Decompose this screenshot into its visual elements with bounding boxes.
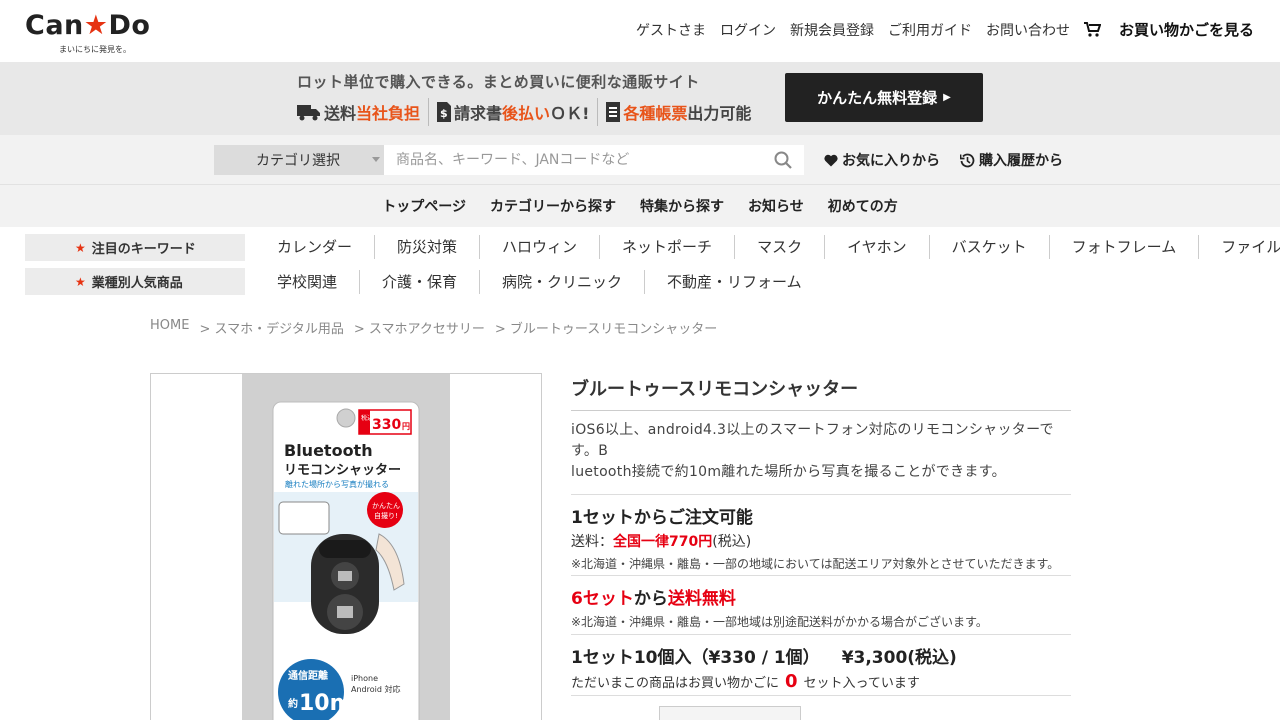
free-shipping-note: ※北海道・沖縄県・離島・一部地域は別途配送料がかかる場合がございます。 — [571, 615, 988, 629]
keyword-link[interactable]: イヤホン — [825, 235, 930, 259]
quantity-row — [571, 696, 1071, 720]
contact-link[interactable]: お問い合わせ — [986, 20, 1070, 40]
site-header: Can★Do まいにちに発見を。 ゲストさま ログイン 新規会員登録 ご利用ガイ… — [0, 0, 1280, 62]
logo-tagline: まいにちに発見を。 — [59, 45, 131, 54]
svg-text:Bluetooth: Bluetooth — [284, 441, 373, 460]
svg-text:離れた場所から写真が撮れる: 離れた場所から写真が撮れる — [285, 479, 389, 489]
free-shipping-info: 6セットから送料無料 ※北海道・沖縄県・離島・一部地域は別途配送料がかかる場合が… — [571, 576, 1071, 635]
history-icon — [960, 153, 975, 167]
shipping-fee: 送料：全国一律770円(税込) — [571, 534, 752, 550]
keyword-link[interactable]: カレンダー — [255, 235, 376, 259]
svg-text:かんたん: かんたん — [372, 502, 400, 510]
product-description: iOS6以上、android4.3以上のスマートフォン対応のリモコンシャッターで… — [571, 411, 1071, 495]
keyword-link[interactable]: フォトフレーム — [1050, 235, 1200, 259]
keywords-list: カレンダー 防災対策 ハロウィン ネットポーチ マスク イヤホン バスケット フ… — [255, 232, 1280, 262]
star-icon: ★ — [75, 274, 86, 289]
breadcrumb-item[interactable]: > スマホ・デジタル用品 — [199, 318, 343, 337]
main-nav: トップページ カテゴリーから探す 特集から探す お知らせ 初めての方 — [0, 185, 1280, 227]
svg-text:円: 円 — [402, 422, 410, 431]
order-info: 1セットからご注文可能 送料：全国一律770円(税込) ※北海道・沖縄県・離島・… — [571, 495, 1071, 576]
svg-text:$: $ — [440, 107, 448, 120]
product-image-frame[interactable]: 税込 330 円 Bluetooth リモコンシャッター 離れた場所から写真が撮… — [150, 373, 542, 720]
svg-text:10m: 10m — [299, 691, 353, 716]
login-link[interactable]: ログイン — [720, 20, 776, 40]
feature-documents: 各種帳票 出力可能 — [606, 100, 751, 124]
keyword-link[interactable]: マスク — [735, 235, 826, 259]
chevron-down-icon — [372, 157, 380, 162]
invoice-icon: $ — [437, 102, 452, 122]
divider — [428, 98, 430, 126]
cart-label: お買い物かごを見る — [1118, 21, 1254, 39]
svg-text:330: 330 — [372, 417, 401, 433]
keywords-label: ★ 注目のキーワード — [25, 234, 245, 261]
product-photo: 税込 330 円 Bluetooth リモコンシャッター 離れた場所から写真が撮… — [272, 401, 420, 720]
svg-text:約: 約 — [288, 697, 298, 710]
svg-text:リモコンシャッター: リモコンシャッター — [284, 463, 401, 478]
star-icon: ★ — [75, 240, 86, 255]
feature-free-shipping: 送料 当社負担 — [297, 100, 420, 124]
feature-invoice: $ 請求書 後払い ＯＫ! — [437, 100, 589, 124]
breadcrumb-home[interactable]: HOME — [150, 318, 189, 337]
promo-headline: ロット単位で購入できる。まとめ買いに便利な通販サイト — [297, 73, 700, 91]
purchase-history-link[interactable]: 購入履歴から — [960, 150, 1063, 170]
truck-icon — [297, 105, 320, 121]
industry-link[interactable]: 病院・クリニック — [480, 270, 646, 294]
cart-link[interactable]: お買い物かごを見る — [1083, 19, 1254, 40]
quantity-stepper[interactable] — [659, 706, 801, 720]
signup-link[interactable]: 新規会員登録 — [790, 20, 874, 40]
price-info: 1セット10個入（¥330 / 1個） ¥3,300(税込) ただいまこの商品はお… — [571, 635, 1071, 696]
breadcrumb-item[interactable]: > スマホアクセサリー — [354, 318, 485, 337]
keyword-link[interactable]: ネットポーチ — [600, 235, 736, 259]
industry-list: 学校関連 介護・保育 病院・クリニック 不動産・リフォーム — [255, 267, 824, 297]
nav-features[interactable]: 特集から探す — [640, 196, 724, 216]
guest-label: ゲストさま — [635, 22, 706, 39]
search-input[interactable] — [384, 145, 804, 175]
caret-right-icon: ▶ — [943, 92, 951, 103]
heart-icon — [824, 154, 838, 166]
svg-text:iPhone: iPhone — [351, 674, 378, 683]
keyword-link[interactable]: ファイル — [1199, 235, 1280, 259]
free-register-button[interactable]: かんたん無料登録 ▶ — [785, 73, 983, 122]
min-order-text: 1セットからご注文可能 — [571, 508, 753, 528]
category-select[interactable]: カテゴリ選択 — [214, 145, 384, 175]
promo-banner: ロット単位で購入できる。まとめ買いに便利な通販サイト 送料 当社負担 $ 請求書後… — [0, 62, 1280, 135]
cart-icon — [1083, 22, 1101, 37]
svg-text:Android 対応: Android 対応 — [351, 684, 400, 694]
guide-link[interactable]: ご利用ガイド — [888, 20, 972, 40]
header-links: ゲストさま ログイン 新規会員登録 ご利用ガイド お問い合わせ お買い物かごを見… — [622, 19, 1254, 40]
industry-link[interactable]: 介護・保育 — [360, 270, 481, 294]
industry-label: ★ 業種別人気商品 — [25, 268, 245, 295]
shipping-note: ※北海道・沖縄県・離島・一部の地域においては配送エリア対象外とさせていただきます… — [571, 557, 1060, 571]
cart-status: ただいまこの商品はお買い物かごに 0 セット入っています — [571, 671, 920, 692]
product-info: ブルートゥースリモコンシャッター iOS6以上、android4.3以上のスマー… — [571, 373, 1071, 720]
search-icon[interactable] — [774, 151, 792, 169]
svg-text:自撮り!: 自撮り! — [374, 511, 398, 520]
breadcrumb-current: > ブルートゥースリモコンシャッター — [494, 322, 718, 337]
nav-top[interactable]: トップページ — [382, 196, 466, 216]
breadcrumb: HOME > スマホ・デジタル用品 > スマホアクセサリー > ブルートゥースリ… — [150, 318, 727, 337]
industry-link[interactable]: 学校関連 — [255, 270, 361, 294]
promo-features: 送料 当社負担 $ 請求書 後払い ＯＫ! 各種帳票 出力可能 — [297, 98, 751, 126]
price: 1セット10個入（¥330 / 1個） ¥3,300(税込) — [571, 648, 957, 668]
free-shipping-text: 6セットから送料無料 — [571, 589, 736, 609]
divider — [597, 98, 599, 126]
industry-link[interactable]: 不動産・リフォーム — [645, 270, 824, 294]
search-bar: カテゴリ選択 お気に入りから 購入履歴から — [0, 135, 1280, 185]
nav-news[interactable]: お知らせ — [748, 196, 804, 216]
nav-first-time[interactable]: 初めての方 — [828, 196, 898, 216]
favorites-link[interactable]: お気に入りから — [824, 150, 940, 170]
document-icon — [606, 102, 621, 122]
nav-category[interactable]: カテゴリーから探す — [490, 196, 616, 216]
product-title: ブルートゥースリモコンシャッター — [571, 373, 1071, 411]
keyword-link[interactable]: バスケット — [930, 235, 1050, 259]
keyword-link[interactable]: ハロウィン — [480, 235, 601, 259]
keyword-link[interactable]: 防災対策 — [375, 235, 481, 259]
logo-wordmark: Can★Do — [25, 10, 151, 41]
svg-text:通信距離: 通信距離 — [288, 669, 328, 682]
site-logo[interactable]: Can★Do まいにちに発見を。 — [25, 10, 165, 56]
